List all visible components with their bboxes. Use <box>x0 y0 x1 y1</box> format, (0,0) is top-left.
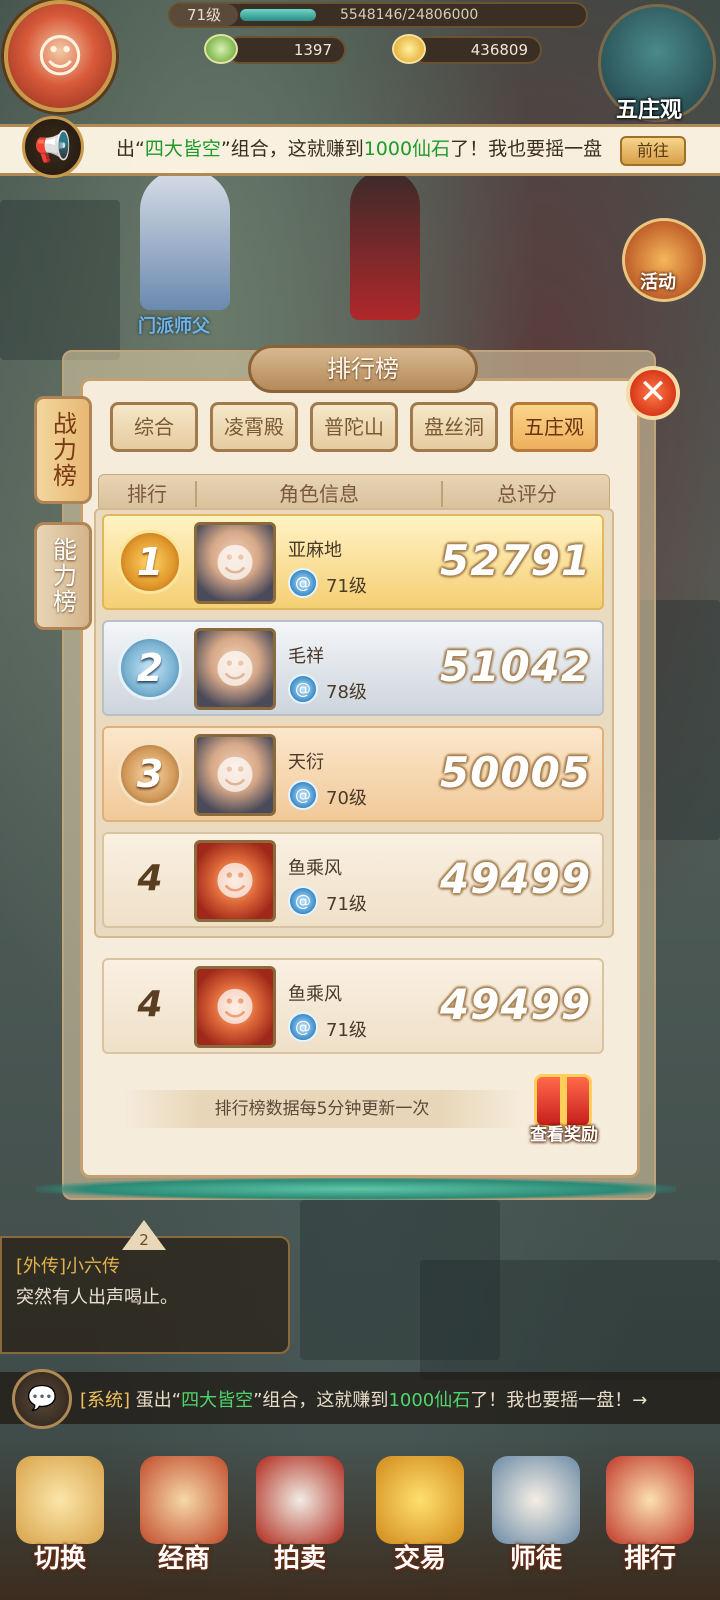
player-level: 71级 <box>170 4 238 26</box>
rank-number: 4 <box>137 858 163 899</box>
scroll-icon <box>140 1456 228 1544</box>
activity-label: 活动 <box>640 272 676 293</box>
rank-number: 4 <box>137 984 163 1025</box>
nav-exchange-button[interactable]: 交易 <box>366 1446 474 1596</box>
player-portrait: ☻ <box>194 734 276 816</box>
player-level: 71级 <box>326 576 367 597</box>
shop-icon <box>256 1456 344 1544</box>
coin-knot-icon <box>376 1456 464 1544</box>
close-button[interactable]: ✕ <box>626 366 680 420</box>
panel-title: 排行榜 <box>248 345 478 393</box>
tab-pansi[interactable]: 盘丝洞 <box>410 402 498 452</box>
nav-label: 拍卖 <box>273 1544 326 1574</box>
player-level: 70级 <box>326 788 367 809</box>
player-name: 鱼乘风 <box>288 984 342 1005</box>
experience-bar: 71级 5548146/24806000 <box>168 2 588 28</box>
gold-ingot-icon <box>392 34 426 64</box>
experience-fill <box>240 9 316 21</box>
player-name: 鱼乘风 <box>288 858 342 879</box>
chat-bubble-icon[interactable]: 💬 <box>12 1369 72 1429</box>
experience-text: 5548146/24806000 <box>340 7 479 23</box>
level-swirl-icon: @ <box>288 1012 318 1042</box>
level-swirl-icon: @ <box>288 568 318 598</box>
player-score: 51042 <box>440 642 592 691</box>
player-name: 天衍 <box>288 752 324 773</box>
silver-medal-icon: 2 <box>118 636 182 700</box>
player-score: 50005 <box>440 748 592 797</box>
nav-label: 交易 <box>393 1544 446 1574</box>
quest-description: 突然有人出声喝止。 <box>16 1287 178 1308</box>
nav-auction-button[interactable]: 拍卖 <box>246 1446 354 1596</box>
nav-ranking-button[interactable]: 排行 <box>596 1446 704 1596</box>
player-name: 毛祥 <box>288 646 324 667</box>
map-name: 五庄观 <box>616 98 683 123</box>
quest-title: [外传]小六传 <box>16 1256 121 1277</box>
tab-ability-ranking[interactable]: 能力榜 <box>34 522 92 630</box>
chat-message: [系统] 蛋出“四大皆空”组合，这就赚到1000仙石了！我也要摇一盘！→ <box>80 1390 648 1411</box>
nav-mentor-button[interactable]: 师徒 <box>482 1446 590 1596</box>
nav-trade-business-button[interactable]: 经商 <box>130 1446 238 1596</box>
player-score: 49499 <box>440 854 592 903</box>
level-swirl-icon: @ <box>288 674 318 704</box>
announcement-text: 出“四大皆空”组合，这就赚到1000仙石了！我也要摇一盘 <box>116 138 603 160</box>
npc-label: 门派师父 <box>138 316 210 337</box>
player-portrait: ☻ <box>194 628 276 710</box>
go-button[interactable]: 前往 <box>620 136 686 166</box>
nav-label: 切换 <box>33 1544 86 1574</box>
view-reward-button[interactable]: 查看奖励 <box>522 1074 606 1158</box>
bronze-medal-icon: 3 <box>118 742 182 806</box>
player-level: 71级 <box>326 1020 367 1041</box>
tab-wuzhuang[interactable]: 五庄观 <box>510 402 598 452</box>
switch-arrows-icon <box>16 1456 104 1544</box>
nav-switch-button[interactable]: 切换 <box>6 1446 114 1596</box>
ranking-gate-icon <box>606 1456 694 1544</box>
nav-label: 排行 <box>623 1544 676 1574</box>
tab-overall[interactable]: 综合 <box>110 402 198 452</box>
avatar-face-icon: ☺ <box>36 29 84 83</box>
tab-lingxiao[interactable]: 凌霄殿 <box>210 402 298 452</box>
reward-label: 查看奖励 <box>530 1125 598 1145</box>
npc-red-figure[interactable] <box>350 170 420 320</box>
level-swirl-icon: @ <box>288 780 318 810</box>
tab-putuo[interactable]: 普陀山 <box>310 402 398 452</box>
panel-jade-base <box>36 1178 676 1200</box>
horn-icon: 📢 <box>22 116 84 178</box>
player-level: 71级 <box>326 894 367 915</box>
tab-combat-power-ranking[interactable]: 战力榜 <box>34 396 92 504</box>
gold-medal-icon: 1 <box>118 530 182 594</box>
player-portrait: ☻ <box>194 966 276 1048</box>
nav-label: 经商 <box>157 1544 210 1574</box>
silver-coin-icon <box>204 34 238 64</box>
player-score: 52791 <box>440 536 592 585</box>
npc-master-figure[interactable] <box>140 170 230 310</box>
player-level: 78级 <box>326 682 367 703</box>
player-portrait: ☻ <box>194 522 276 604</box>
table-header: 排行 角色信息 总评分 <box>98 474 610 512</box>
player-avatar[interactable]: ☺ <box>4 0 116 112</box>
player-portrait: ☻ <box>194 840 276 922</box>
update-note: 排行榜数据每5分钟更新一次 <box>122 1090 522 1128</box>
level-swirl-icon: @ <box>288 886 318 916</box>
nav-label: 师徒 <box>509 1544 562 1574</box>
silver-currency: 1397 <box>226 36 346 64</box>
player-score: 49499 <box>440 980 592 1029</box>
gold-currency: 436809 <box>412 36 542 64</box>
master-apprentice-icon <box>492 1456 580 1544</box>
player-name: 亚麻地 <box>288 540 342 561</box>
